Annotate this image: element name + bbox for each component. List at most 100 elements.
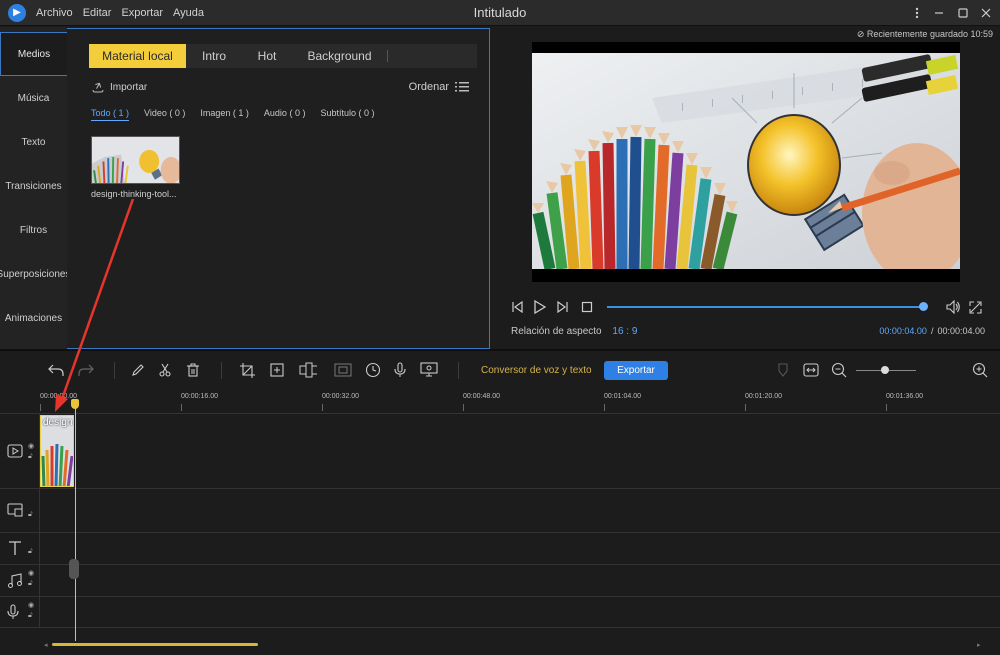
ruler-tick <box>463 404 464 411</box>
play-icon[interactable] <box>531 299 547 315</box>
nav-animaciones[interactable]: Animaciones <box>0 296 67 340</box>
microphone-icon[interactable] <box>391 361 409 379</box>
edit-pencil-icon[interactable] <box>129 361 147 379</box>
fit-timeline-icon[interactable] <box>802 361 820 379</box>
lock-icon[interactable]: 🔓︎ <box>28 511 33 519</box>
ruler-tick <box>40 404 41 411</box>
zoom-out-icon[interactable] <box>830 361 848 379</box>
menu-ayuda[interactable]: Ayuda <box>173 7 204 19</box>
aspect-ratio-value[interactable]: 16 : 9 <box>612 326 637 337</box>
mosaic-icon[interactable] <box>299 361 317 379</box>
scroll-left-arrow-icon[interactable]: ◂ <box>44 641 48 649</box>
total-time: 00:00:04.00 <box>937 326 985 336</box>
resize-frame-icon[interactable] <box>268 361 286 379</box>
filter-todo[interactable]: Todo ( 1 ) <box>91 108 130 121</box>
eye-icon[interactable]: ◉ <box>28 601 34 609</box>
preview-panel: ⊘ Recientemente guardado 10:59 Relación … <box>495 27 1000 349</box>
filter-video[interactable]: Video ( 0 ) <box>144 108 185 121</box>
next-frame-icon[interactable] <box>555 299 571 315</box>
overlay-track[interactable]: 🔓︎ <box>0 488 1000 532</box>
overlay-track-header: 🔓︎ <box>0 489 40 532</box>
media-thumbnail[interactable] <box>91 136 180 184</box>
music-track[interactable]: ◉ 🔓︎ <box>0 564 1000 596</box>
aspect-ratio-label: Relación de aspecto <box>511 326 602 337</box>
maximize-icon[interactable] <box>954 4 972 22</box>
cut-scissors-icon[interactable] <box>156 361 174 379</box>
ruler-tick-label: 00:01:20.00 <box>745 393 782 400</box>
stop-icon[interactable] <box>579 299 595 315</box>
text-to-speech-button[interactable]: Conversor de voz y texto <box>481 365 592 376</box>
duration-clock-icon[interactable] <box>364 361 382 379</box>
ruler-tick <box>322 404 323 411</box>
playhead-drag-handle[interactable] <box>69 559 79 579</box>
time-display: 00:00:04.00/00:00:04.00 <box>879 326 985 336</box>
nav-filtros[interactable]: Filtros <box>0 208 67 252</box>
fullscreen-icon[interactable] <box>967 299 983 315</box>
nav-texto[interactable]: Texto <box>0 120 67 164</box>
volume-icon[interactable] <box>945 299 961 315</box>
nav-medios[interactable]: Medios <box>0 32 67 76</box>
filter-subtitulo[interactable]: Subtítulo ( 0 ) <box>320 108 374 121</box>
freeze-frame-icon[interactable] <box>334 361 352 379</box>
timeline-scrollbar[interactable] <box>52 643 258 646</box>
timeline-clip[interactable]: design <box>40 415 74 487</box>
nav-superposiciones[interactable]: Superposiciones <box>0 252 70 296</box>
tab-material-local[interactable]: Material local <box>89 44 186 68</box>
voice-track[interactable]: ◉ 🔓︎ <box>0 596 1000 628</box>
lock-icon[interactable]: 🔓︎ <box>28 580 33 588</box>
order-button[interactable]: Ordenar <box>409 81 469 93</box>
more-options-icon[interactable] <box>908 4 926 22</box>
zoom-slider-knob[interactable] <box>881 366 889 374</box>
zoom-in-icon[interactable] <box>971 361 989 379</box>
undo-icon[interactable] <box>47 361 65 379</box>
timeline-ruler[interactable]: 00:00:00.00 00:00:16.00 00:00:32.00 00:0… <box>40 391 1000 413</box>
toolbar-divider <box>221 362 222 379</box>
lock-icon[interactable]: 🔓︎ <box>28 612 33 620</box>
music-track-icon <box>8 573 22 588</box>
import-button[interactable]: Importar <box>91 81 147 93</box>
check-circle-icon: ⊘ <box>856 29 865 39</box>
menu-archivo[interactable]: Archivo <box>36 7 73 19</box>
video-track-header: ◉ 🔓︎ <box>0 414 40 488</box>
title-bar: ▶ Archivo Editar Exportar Ayuda Intitula… <box>0 0 1000 26</box>
lock-icon[interactable]: 🔓︎ <box>28 548 33 556</box>
tab-intro[interactable]: Intro <box>186 44 242 68</box>
preview-video-frame[interactable] <box>532 42 960 282</box>
minimize-icon[interactable] <box>930 4 948 22</box>
text-track[interactable]: 🔓︎ <box>0 532 1000 564</box>
tab-hot[interactable]: Hot <box>242 44 292 68</box>
playback-progress-knob[interactable] <box>919 302 928 311</box>
screen-record-icon[interactable] <box>420 361 438 379</box>
crop-icon[interactable] <box>238 361 256 379</box>
previous-frame-icon[interactable] <box>509 299 525 315</box>
current-time: 00:00:04.00 <box>879 326 927 336</box>
import-icon <box>92 82 104 93</box>
menu-editar[interactable]: Editar <box>83 7 112 19</box>
filter-audio[interactable]: Audio ( 0 ) <box>264 108 306 121</box>
shield-marker-icon[interactable] <box>774 361 792 379</box>
sort-list-icon <box>455 82 469 92</box>
playhead-handle[interactable] <box>71 399 79 409</box>
video-track[interactable]: ◉ 🔓︎ <box>0 413 1000 488</box>
preview-image <box>532 53 960 269</box>
app-logo[interactable]: ▶ <box>8 3 26 22</box>
eye-icon[interactable]: ◉ <box>28 569 34 577</box>
toolbar-divider <box>114 362 115 379</box>
redo-icon[interactable] <box>77 361 95 379</box>
nav-transiciones[interactable]: Transiciones <box>0 164 67 208</box>
menu-exportar[interactable]: Exportar <box>121 7 163 19</box>
playhead-line[interactable] <box>75 401 76 641</box>
media-panel: Material local Intro Hot Background Impo… <box>67 28 490 349</box>
scroll-right-arrow-icon[interactable]: ▸ <box>977 641 981 649</box>
delete-trash-icon[interactable] <box>184 361 202 379</box>
eye-icon[interactable]: ◉ <box>28 442 34 450</box>
ruler-tick <box>181 404 182 411</box>
playback-progress-bar[interactable] <box>607 306 925 308</box>
close-icon[interactable] <box>977 4 995 22</box>
lock-icon[interactable]: 🔓︎ <box>28 453 33 461</box>
filter-imagen[interactable]: Imagen ( 1 ) <box>200 108 249 121</box>
tab-background[interactable]: Background <box>292 44 387 68</box>
export-button[interactable]: Exportar <box>604 361 668 380</box>
nav-musica[interactable]: Música <box>0 76 67 120</box>
filter-row: Todo ( 1 ) Video ( 0 ) Imagen ( 1 ) Audi… <box>91 108 389 121</box>
